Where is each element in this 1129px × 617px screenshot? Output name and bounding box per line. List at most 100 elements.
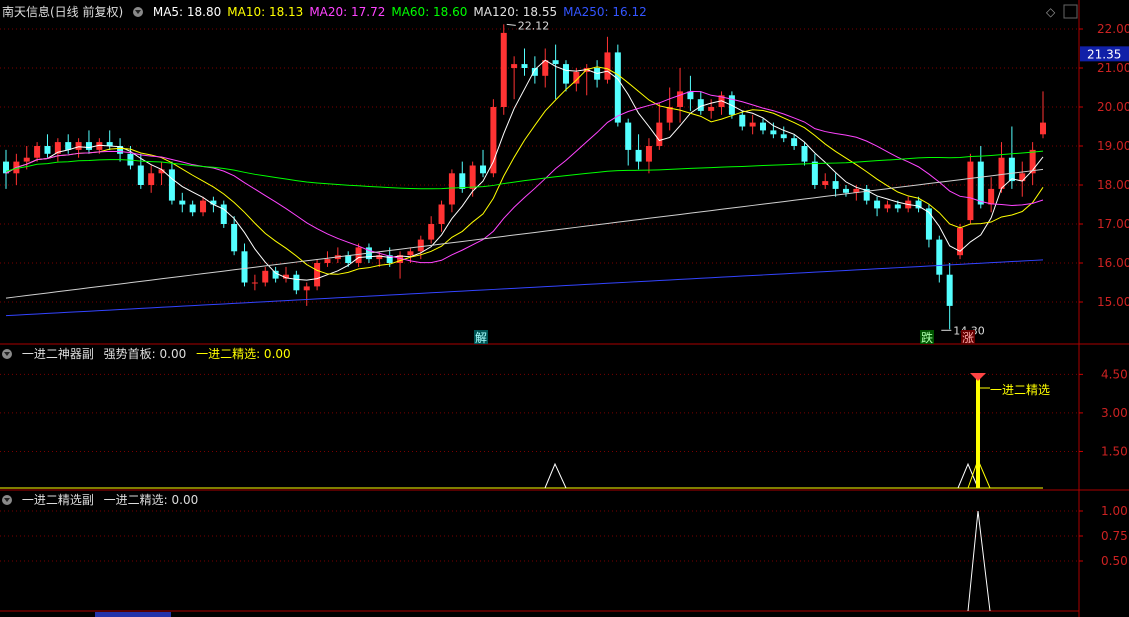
candle-body	[760, 122, 767, 131]
candle-body	[977, 161, 984, 205]
sub2-field1: 一进二精选: 0.00	[103, 493, 199, 507]
max-marker-line	[506, 23, 516, 26]
y-tick-label: 19.00	[1097, 139, 1129, 153]
candle-body	[697, 99, 704, 111]
sub2-peak	[967, 510, 991, 612]
candle-body	[220, 204, 227, 224]
sub1-field1: 强势首板: 0.00	[103, 347, 187, 361]
dropdown-icon[interactable]	[2, 495, 12, 505]
sub1-y-tick-label: 1.50	[1101, 444, 1128, 458]
ma-label: MA5: 18.80	[152, 5, 222, 19]
sub1-peak	[544, 462, 567, 489]
ma-label: MA10: 18.13	[227, 5, 304, 19]
candle-body	[645, 146, 652, 162]
candle-body	[44, 146, 51, 154]
y-tick-label: 15.00	[1097, 295, 1129, 309]
candle-body	[438, 204, 445, 224]
candle-body	[1019, 173, 1026, 182]
candle-body	[791, 138, 798, 146]
candle-body	[148, 173, 155, 185]
candle-body	[407, 251, 414, 256]
sub2-y-tick-label: 0.50	[1101, 554, 1128, 568]
sub1-y-tick-label: 4.50	[1101, 367, 1128, 381]
sub1-header: 一进二神器副 强势首板: 0.00 一进二精选: 0.00	[2, 346, 297, 362]
candle-body	[500, 32, 507, 107]
y-tick-label: 18.00	[1097, 178, 1129, 192]
sub2-y-tick-label: 0.75	[1101, 529, 1128, 543]
candle-body	[842, 188, 849, 193]
candle-body	[262, 270, 269, 283]
candle-body	[34, 146, 41, 158]
candle-body	[874, 200, 881, 209]
y-tick-label: 17.00	[1097, 217, 1129, 231]
candle-body	[656, 122, 663, 146]
candle-body	[480, 165, 487, 174]
candle-body	[490, 107, 497, 174]
diamond-icon: ◇	[1046, 5, 1056, 19]
candle-body	[417, 239, 424, 252]
candle-body	[241, 251, 248, 283]
ma-label: MA250: 16.12	[563, 5, 647, 19]
sub1-title: 一进二神器副	[21, 347, 94, 361]
candle-body	[521, 64, 528, 68]
candle-body	[448, 173, 455, 205]
candle-body	[749, 122, 756, 127]
price-tag-label: 21.35	[1087, 47, 1121, 61]
stock-title: 南天信息(日线 前复权)	[2, 5, 124, 19]
candle-body	[23, 157, 30, 162]
candle-body	[168, 169, 175, 201]
sub2-title: 一进二精选副	[21, 493, 94, 507]
candle-body	[604, 52, 611, 80]
candle-body	[459, 173, 466, 189]
candle-body	[801, 146, 808, 162]
candle-body	[894, 204, 901, 209]
die-marker: 跌	[921, 330, 933, 345]
ma250-line	[5, 259, 1044, 317]
main-chart-header: 南天信息(日线 前复权) MA5: 18.80 MA10: 18.13 MA20: …	[2, 4, 659, 20]
candle-body	[272, 270, 279, 279]
sub1-y-tick-label: 3.00	[1101, 406, 1128, 420]
dropdown-icon[interactable]	[133, 7, 144, 17]
candle-body	[625, 122, 632, 150]
candle-body	[1008, 157, 1015, 182]
ma120-line	[5, 168, 1044, 299]
candle-body	[666, 107, 673, 123]
ma-label: MA20: 17.72	[309, 5, 386, 19]
sub1-signal-icon	[970, 373, 986, 381]
max-price-label: 22.12	[518, 19, 550, 32]
candle-body	[614, 52, 621, 123]
candle-body	[998, 157, 1005, 189]
candle-body	[739, 114, 746, 127]
y-tick-label: 21.00	[1097, 61, 1129, 75]
sub2-header: 一进二精选副 一进二精选: 0.00	[2, 492, 204, 508]
candle-body	[946, 274, 953, 306]
candle-body	[511, 64, 518, 68]
candle-body	[65, 142, 72, 150]
candle-body	[231, 224, 238, 252]
candle-body	[552, 60, 559, 65]
sub1-field2: 一进二精选: 0.00	[196, 347, 291, 361]
candle-body	[811, 161, 818, 185]
candle-body	[428, 224, 435, 240]
candle-body	[85, 142, 92, 150]
candle-body	[303, 286, 310, 291]
y-tick-label: 20.00	[1097, 100, 1129, 114]
candle-body	[200, 200, 207, 213]
dropdown-icon[interactable]	[2, 349, 12, 359]
candle-body	[562, 64, 569, 84]
ma-legend: MA5: 18.80 MA10: 18.13 MA20: 17.72 MA60: 18…	[153, 5, 653, 19]
y-tick-label: 16.00	[1097, 256, 1129, 270]
ma-label: MA120: 18.55	[473, 5, 558, 19]
scroll-thumb	[95, 612, 171, 617]
candle-body	[324, 259, 331, 263]
candle-body	[822, 181, 829, 185]
candle-body	[677, 91, 684, 107]
candle-body	[179, 200, 186, 205]
candle-body	[635, 149, 642, 162]
candle-body	[884, 204, 891, 209]
expand-icon	[1063, 4, 1078, 19]
candle-body	[988, 188, 995, 205]
candle-body	[469, 165, 476, 189]
candle-body	[251, 282, 258, 284]
candle-body	[770, 130, 777, 135]
